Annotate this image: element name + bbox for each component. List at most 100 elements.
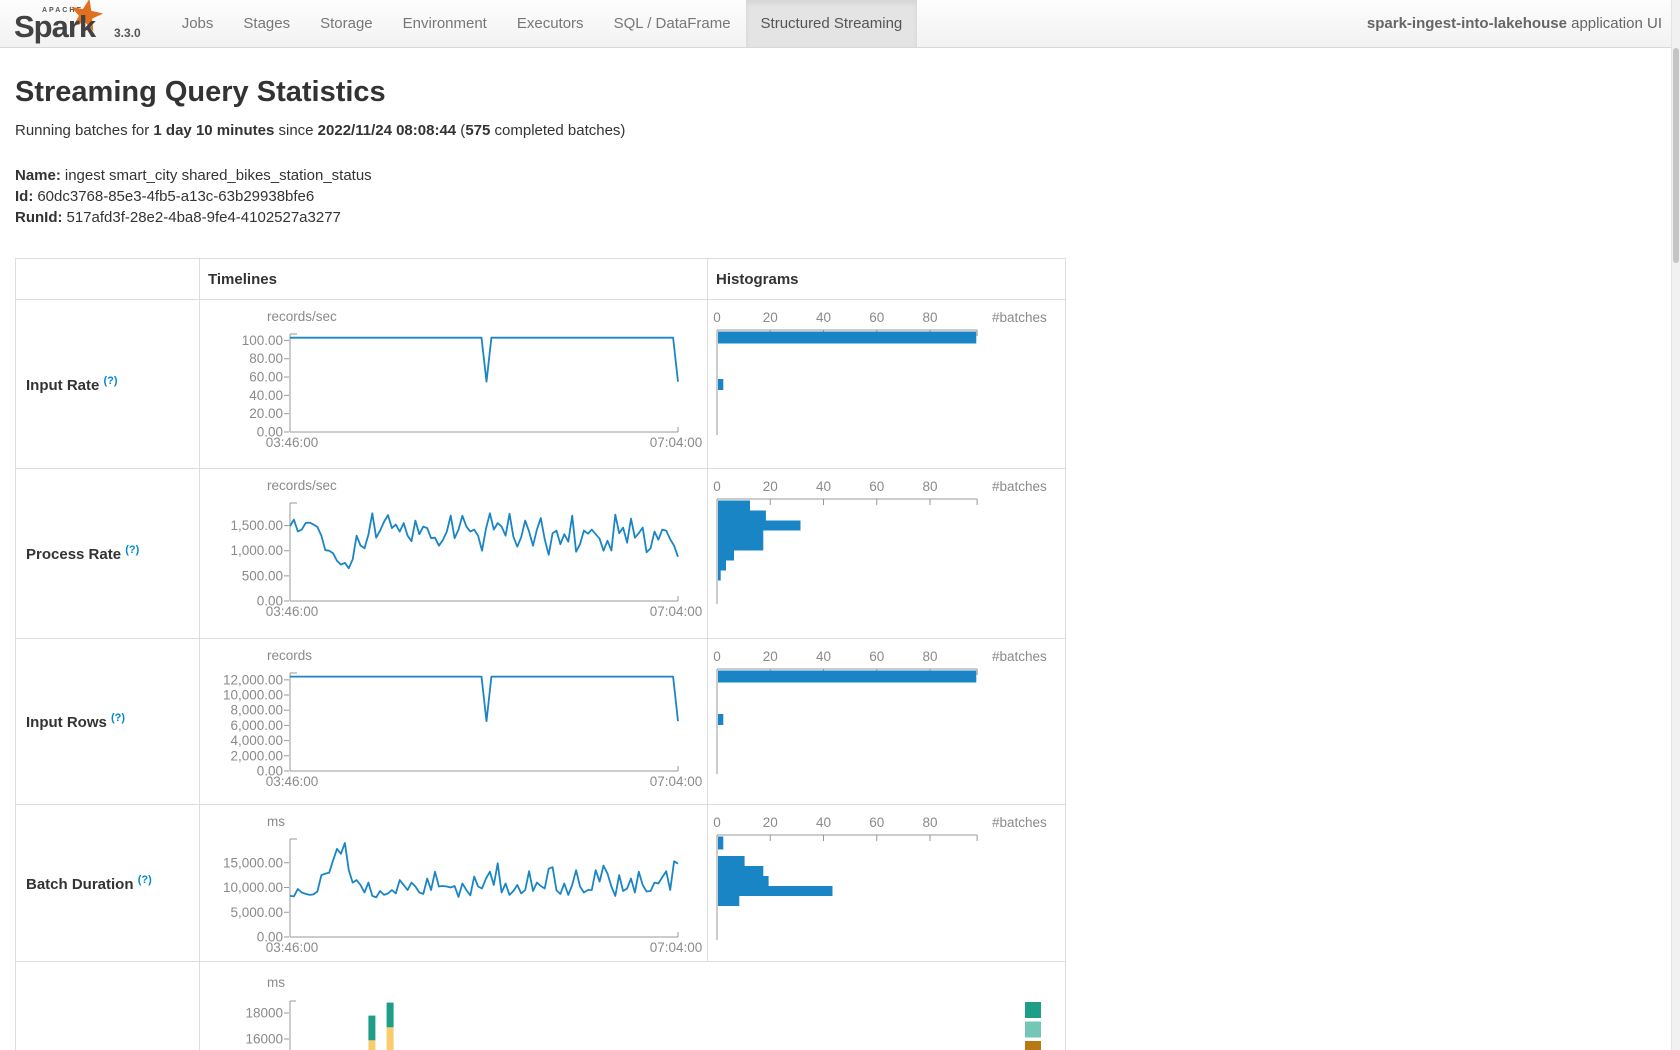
query-meta: Name:ingest smart_city shared_bikes_stat… xyxy=(15,165,1680,228)
running-close: completed batches) xyxy=(490,122,625,139)
tab-structured-streaming[interactable]: Structured Streaming xyxy=(746,0,918,47)
input-rows-histogram-cell: 020406080#batches xyxy=(708,639,1066,805)
svg-text:1,000.00: 1,000.00 xyxy=(230,543,283,558)
svg-text:40: 40 xyxy=(816,479,831,494)
svg-text:20: 20 xyxy=(763,479,778,494)
svg-text:ms: ms xyxy=(267,975,285,990)
svg-text:80.00: 80.00 xyxy=(249,351,283,366)
svg-text:60: 60 xyxy=(869,479,884,494)
svg-text:12,000.00: 12,000.00 xyxy=(223,672,283,687)
app-title-suffix: application UI xyxy=(1567,15,1662,32)
tab-storage[interactable]: Storage xyxy=(305,0,388,47)
app-title: spark-ingest-into-lakehouse application … xyxy=(1367,15,1680,32)
svg-text:4,000.00: 4,000.00 xyxy=(230,733,283,748)
svg-text:07:04:00: 07:04:00 xyxy=(650,604,703,619)
scrollbar[interactable] xyxy=(1671,0,1680,1050)
help-tooltip-link[interactable]: (?) xyxy=(125,544,139,556)
operation-duration-stacked-chart: ms180001600014000 xyxy=(200,962,1064,1050)
svg-text:records/sec: records/sec xyxy=(267,309,337,324)
spark-wordmark: Spark xyxy=(14,9,95,45)
table-row-batch-duration: Batch Duration (?)ms15,000.0010,000.005,… xyxy=(16,805,1066,962)
process-rate-timeline-chart: records/sec1,500.001,000.00500.000.0003:… xyxy=(200,469,706,638)
svg-text:2,000.00: 2,000.00 xyxy=(230,748,283,763)
row-label-input-rate: Input Rate (?) xyxy=(16,300,200,469)
tab-sql-dataframe[interactable]: SQL / DataFrame xyxy=(599,0,746,47)
svg-text:#batches: #batches xyxy=(992,649,1047,664)
help-tooltip-link[interactable]: (?) xyxy=(138,874,152,886)
svg-text:07:04:00: 07:04:00 xyxy=(650,774,703,789)
svg-text:80: 80 xyxy=(922,649,937,664)
svg-text:07:04:00: 07:04:00 xyxy=(650,940,703,955)
table-row-operation-duration: ms180001600014000 xyxy=(16,962,1066,1050)
svg-text:100.00: 100.00 xyxy=(242,333,283,348)
tab-environment[interactable]: Environment xyxy=(388,0,502,47)
svg-text:20: 20 xyxy=(763,815,778,830)
row-label-process-rate: Process Rate (?) xyxy=(16,469,200,639)
svg-text:10,000.00: 10,000.00 xyxy=(223,688,283,703)
stats-table-body: Input Rate (?) records/sec 100.00 80.00 60.0… xyxy=(16,300,1066,1050)
app-name: spark-ingest-into-lakehouse xyxy=(1367,15,1567,32)
svg-text:07:04:00: 07:04:00 xyxy=(650,435,703,450)
spark-version: 3.3.0 xyxy=(114,26,141,40)
table-header-timelines: Timelines xyxy=(200,259,708,300)
svg-text:0: 0 xyxy=(713,479,721,494)
svg-text:80: 80 xyxy=(922,479,937,494)
meta-line-name: Name:ingest smart_city shared_bikes_stat… xyxy=(15,165,1680,186)
nav-tabs: JobsStagesStorageEnvironmentExecutorsSQL… xyxy=(167,0,918,47)
tab-stages[interactable]: Stages xyxy=(228,0,305,47)
input-rate-timeline-cell: records/sec100.0080.0060.0040.0020.000.0… xyxy=(200,300,708,469)
input-rate-histogram-cell: 020406080#batches xyxy=(708,300,1066,469)
svg-text:40: 40 xyxy=(816,310,831,325)
svg-text:60.00: 60.00 xyxy=(249,370,283,385)
running-timestamp: 2022/11/24 08:08:44 xyxy=(318,122,456,139)
legend-swatch-2 xyxy=(1025,1041,1041,1050)
svg-text:80: 80 xyxy=(922,310,937,325)
meta-line-id: Id:60dc3768-85e3-4fb5-a13c-63b29938bfe6 xyxy=(15,186,1680,207)
batch-duration-timeline-chart: ms15,000.0010,000.005,000.000.0003:46:00… xyxy=(200,805,706,961)
legend-swatch-0 xyxy=(1025,1002,1041,1018)
svg-text:records: records xyxy=(267,648,312,663)
svg-text:18000: 18000 xyxy=(245,1006,283,1021)
svg-text:60: 60 xyxy=(869,649,884,664)
svg-text:15,000.00: 15,000.00 xyxy=(223,855,283,870)
svg-text:60: 60 xyxy=(869,310,884,325)
tab-jobs[interactable]: Jobs xyxy=(167,0,229,47)
navbar: APACHE Spark 3.3.0 JobsStagesStorageEnvi… xyxy=(0,0,1680,48)
table-row-input-rows: Input Rows (?) records 12,000.0010,000.00 8… xyxy=(16,639,1066,805)
page-title: Streaming Query Statistics xyxy=(15,75,1680,109)
svg-text:03:46:00: 03:46:00 xyxy=(266,774,319,789)
svg-text:03:46:00: 03:46:00 xyxy=(266,435,319,450)
process-rate-histogram-chart: 0 20 40 60 80 #batches xyxy=(708,469,1064,638)
scrollbar-thumb[interactable] xyxy=(1673,48,1679,263)
meta-line-runid: RunId:517afd3f-28e2-4ba8-9fe4-4102527a32… xyxy=(15,207,1680,228)
svg-text:80: 80 xyxy=(922,815,937,830)
svg-text:20: 20 xyxy=(763,649,778,664)
svg-text:5,000.00: 5,000.00 xyxy=(230,905,283,920)
row-label-input-rows: Input Rows (?) xyxy=(16,639,200,805)
spark-logo: APACHE Spark xyxy=(12,0,112,47)
svg-text:16000: 16000 xyxy=(245,1032,283,1047)
help-tooltip-link[interactable]: (?) xyxy=(104,375,118,387)
running-mid: since xyxy=(274,122,317,139)
svg-text:03:46:00: 03:46:00 xyxy=(266,940,319,955)
svg-text:#batches: #batches xyxy=(992,479,1047,494)
svg-text:6,000.00: 6,000.00 xyxy=(230,718,283,733)
svg-text:20: 20 xyxy=(763,310,778,325)
svg-text:0: 0 xyxy=(713,815,721,830)
svg-text:1,500.00: 1,500.00 xyxy=(230,518,283,533)
help-tooltip-link[interactable]: (?) xyxy=(111,712,125,724)
svg-text:10,000.00: 10,000.00 xyxy=(223,880,283,895)
input-rows-timeline-chart: records12,000.0010,000.008,000.006,000.0… xyxy=(200,639,706,804)
input-rows-timeline-cell: records12,000.0010,000.008,000.006,000.0… xyxy=(200,639,708,805)
svg-text:records/sec: records/sec xyxy=(267,478,337,493)
running-summary: Running batches for 1 day 10 minutes sin… xyxy=(15,122,1680,139)
batch-duration-timeline-cell: ms15,000.0010,000.005,000.000.0003:46:00… xyxy=(200,805,708,962)
svg-text:0: 0 xyxy=(713,310,721,325)
input-rows-histogram-chart: 020406080#batches xyxy=(708,639,1064,804)
process-rate-histogram-cell: 0 20 40 60 80 #batches xyxy=(708,469,1066,639)
table-row-process-rate: Process Rate (?) records/sec 1,500.00 1,000… xyxy=(16,469,1066,639)
svg-text:40: 40 xyxy=(816,815,831,830)
page-content: Streaming Query Statistics Running batch… xyxy=(0,75,1680,1050)
tab-executors[interactable]: Executors xyxy=(502,0,599,47)
stats-table: Timelines Histograms Input Rate (?)recor… xyxy=(15,258,1066,1050)
